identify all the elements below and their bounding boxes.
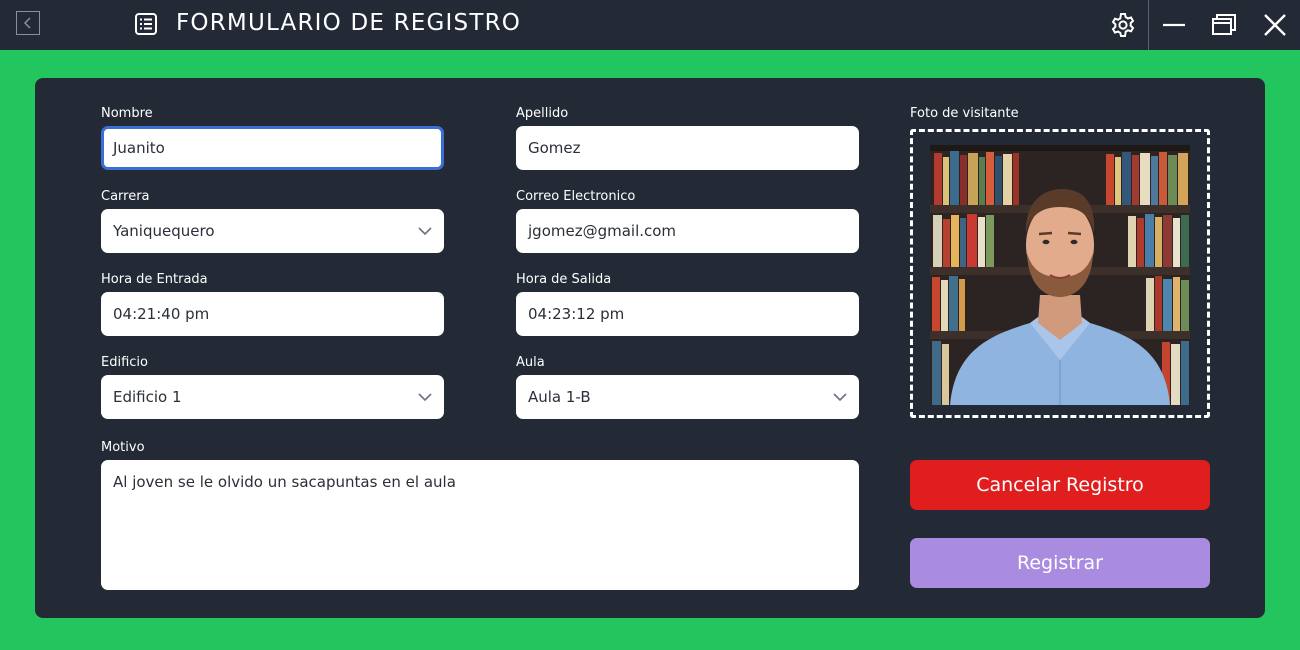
minimize-icon[interactable] (1161, 12, 1187, 38)
aula-value: Aula 1-B (528, 388, 591, 406)
chevron-down-icon (418, 227, 432, 235)
correo-label: Correo Electronico (516, 189, 636, 204)
back-icon[interactable] (16, 11, 40, 35)
apellido-input[interactable]: Gomez (516, 126, 859, 170)
carrera-label: Carrera (101, 189, 150, 204)
edificio-label: Edificio (101, 355, 148, 370)
title-bar: FORMULARIO DE REGISTRO (0, 0, 1300, 50)
chevron-down-icon (833, 393, 847, 401)
cancel-registration-button[interactable]: Cancelar Registro (910, 460, 1210, 510)
carrera-select[interactable]: Yaniquequero (101, 209, 444, 253)
chevron-down-icon (418, 393, 432, 401)
apellido-value: Gomez (528, 139, 581, 157)
register-button[interactable]: Registrar (910, 538, 1210, 588)
hora-salida-value: 04:23:12 pm (528, 305, 625, 323)
registration-panel: Nombre Juanito Apellido Gomez Carrera Ya… (35, 78, 1265, 618)
gear-icon[interactable] (1109, 11, 1137, 39)
visitor-photo (930, 145, 1190, 405)
nombre-value: Juanito (113, 139, 165, 157)
correo-value: jgomez@gmail.com (528, 222, 677, 240)
motivo-textarea[interactable]: Al joven se le olvido un sacapuntas en e… (101, 460, 859, 590)
nombre-label: Nombre (101, 106, 153, 121)
foto-label: Foto de visitante (910, 106, 1019, 121)
edificio-select[interactable]: Edificio 1 (101, 375, 444, 419)
aula-select[interactable]: Aula 1-B (516, 375, 859, 419)
hora-entrada-input[interactable]: 04:21:40 pm (101, 292, 444, 336)
aula-label: Aula (516, 355, 545, 370)
hora-salida-input[interactable]: 04:23:12 pm (516, 292, 859, 336)
motivo-value: Al joven se le olvido un sacapuntas en e… (113, 473, 456, 491)
correo-input[interactable]: jgomez@gmail.com (516, 209, 859, 253)
photo-dropzone[interactable] (910, 129, 1210, 418)
close-icon[interactable] (1262, 12, 1288, 38)
window-title: FORMULARIO DE REGISTRO (176, 10, 522, 36)
hora-entrada-value: 04:21:40 pm (113, 305, 210, 323)
motivo-label: Motivo (101, 440, 145, 455)
hora-entrada-label: Hora de Entrada (101, 272, 208, 287)
restore-icon[interactable] (1211, 12, 1237, 38)
edificio-value: Edificio 1 (113, 388, 182, 406)
form-list-icon (135, 13, 157, 35)
nombre-input[interactable]: Juanito (101, 126, 444, 170)
titlebar-divider (1148, 0, 1149, 50)
carrera-value: Yaniquequero (113, 222, 215, 240)
apellido-label: Apellido (516, 106, 569, 121)
hora-salida-label: Hora de Salida (516, 272, 612, 287)
